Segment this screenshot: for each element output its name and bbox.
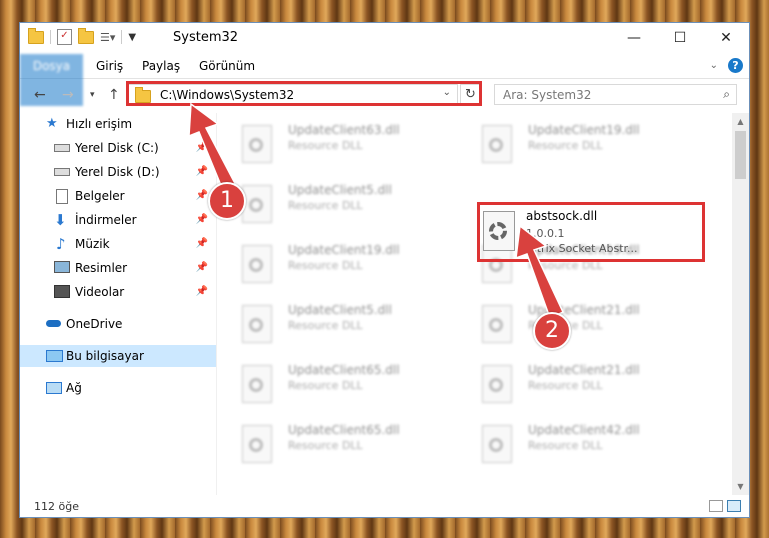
arrow-2 [515,224,564,320]
step-1-badge: 1 [208,182,246,220]
step-2-badge: 2 [533,312,571,350]
annotation-arrows [188,102,564,320]
